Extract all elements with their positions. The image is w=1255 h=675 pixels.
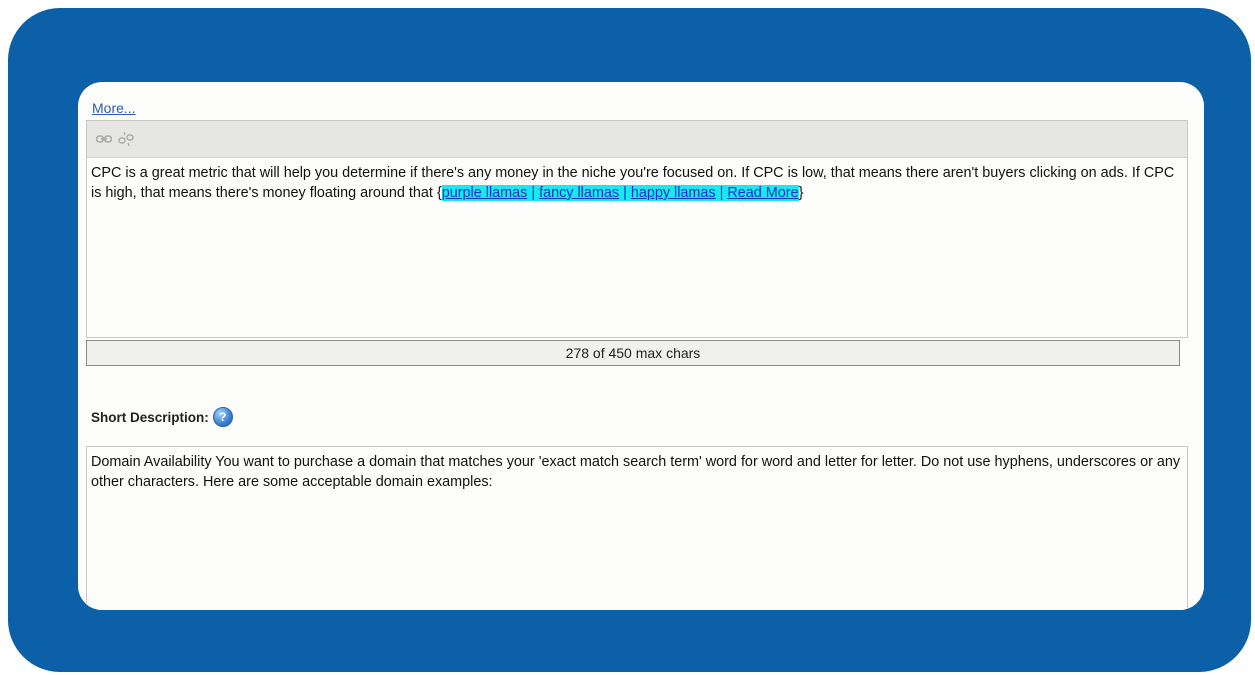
link-separator: | — [619, 185, 631, 201]
short-description-value: Domain Availability You want to purchase… — [91, 454, 1181, 490]
link-separator: | — [715, 185, 728, 201]
short-description-label-row: Short Description: ? — [91, 407, 233, 427]
link-separator: | — [527, 185, 540, 201]
editor-toolbar — [87, 121, 1187, 158]
question-icon[interactable]: ? — [212, 407, 233, 427]
editor-content[interactable]: CPC is a great metric that will help you… — [87, 158, 1187, 203]
link-purple-llamas[interactable]: purple llamas — [441, 185, 528, 201]
content-panel: More... CPC is a great metric that will … — [78, 82, 1204, 610]
brace-close: } — [798, 185, 804, 201]
more-link[interactable]: More... — [92, 100, 136, 116]
outer-frame: More... CPC is a great metric that will … — [8, 8, 1251, 672]
unlink-icon[interactable] — [117, 131, 135, 147]
char-counter: 278 of 450 max chars — [86, 340, 1180, 366]
link-fancy-llamas[interactable]: fancy llamas — [539, 185, 620, 201]
short-description-textarea[interactable]: Domain Availability You want to purchase… — [86, 446, 1188, 610]
short-description-label: Short Description: — [91, 409, 209, 425]
rich-text-editor[interactable]: CPC is a great metric that will help you… — [86, 120, 1188, 338]
link-happy-llamas[interactable]: happy llamas — [630, 185, 716, 201]
link-icon[interactable] — [95, 131, 113, 147]
link-read-more[interactable]: Read More — [727, 185, 799, 201]
